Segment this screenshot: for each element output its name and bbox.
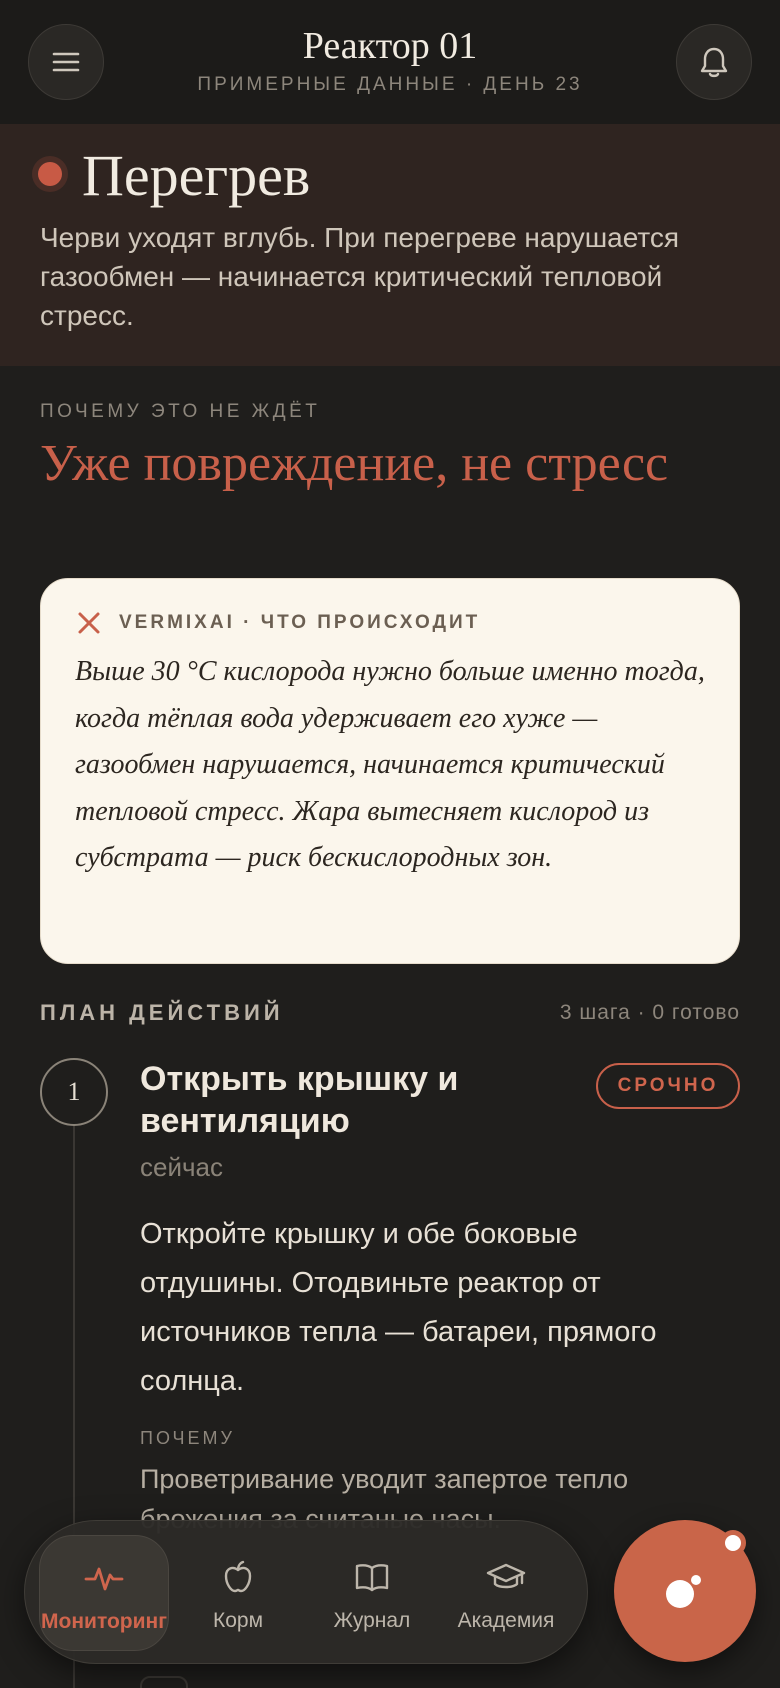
alert-description: Черви уходят вглубь. При перегреве наруш… (40, 222, 680, 331)
nav-item-academy[interactable]: Академия (441, 1535, 571, 1651)
close-x-icon (78, 612, 100, 634)
step-why-label: ПОЧЕМУ (140, 1428, 235, 1448)
nav-label-monitoring: Мониторинг (41, 1610, 167, 1633)
reactor-title: Реактор 01 (302, 25, 478, 67)
bell-icon (700, 47, 728, 78)
step-title[interactable]: Открыть крышку и вентиляцию (140, 1058, 570, 1142)
notification-dot (720, 1530, 746, 1556)
step-time: сейчас (140, 1152, 223, 1182)
step-number[interactable]: 1 (40, 1058, 108, 1126)
why-section-label: ПОЧЕМУ ЭТО НЕ ЖДЁТ (40, 401, 321, 422)
apple-icon (218, 1557, 258, 1597)
reactor-subtitle: ПРИМЕРНЫЕ ДАННЫЕ · ДЕНЬ 23 (197, 74, 583, 95)
pulse-icon (84, 1558, 124, 1598)
plan-heading: ПЛАН ДЕЙСТВИЙ (40, 1000, 284, 1025)
why-section-title: Уже повреждение, не стресс (40, 435, 669, 492)
alert-status-dot (38, 162, 62, 186)
book-icon (352, 1557, 392, 1597)
plan-progress: 3 шага · 0 готово (559, 1001, 740, 1024)
nav-item-journal[interactable]: Журнал (307, 1535, 437, 1651)
graduation-cap-icon (486, 1557, 526, 1597)
nav-item-feed[interactable]: Корм (173, 1535, 303, 1651)
ai-card-label: VERMIXAI · ЧТО ПРОИСХОДИТ (119, 612, 481, 633)
bottom-navigation: Мониторинг Корм Журнал Академия (24, 1520, 588, 1664)
nav-label-feed: Корм (212, 1609, 264, 1632)
notifications-button[interactable] (676, 24, 752, 100)
step-description: Откройте крышку и обе боковые отдушины. … (140, 1218, 657, 1397)
nav-label-journal: Журнал (333, 1609, 411, 1632)
ai-explanation-card: VERMIXAI · ЧТО ПРОИСХОДИТ Выше 30 °C кис… (40, 578, 740, 964)
urgent-badge: СРОЧНО (596, 1063, 740, 1109)
alert-title: Перегрев (82, 143, 311, 208)
next-step-checkbox[interactable] (140, 1676, 188, 1688)
nav-label-academy: Академия (457, 1609, 555, 1632)
ai-card-text: Выше 30 °C кислорода нужно больше именно… (75, 656, 705, 873)
nav-item-monitoring[interactable]: Мониторинг (39, 1535, 169, 1651)
top-bar: Реактор 01 ПРИМЕРНЫЕ ДАННЫЕ · ДЕНЬ 23 (0, 0, 780, 124)
